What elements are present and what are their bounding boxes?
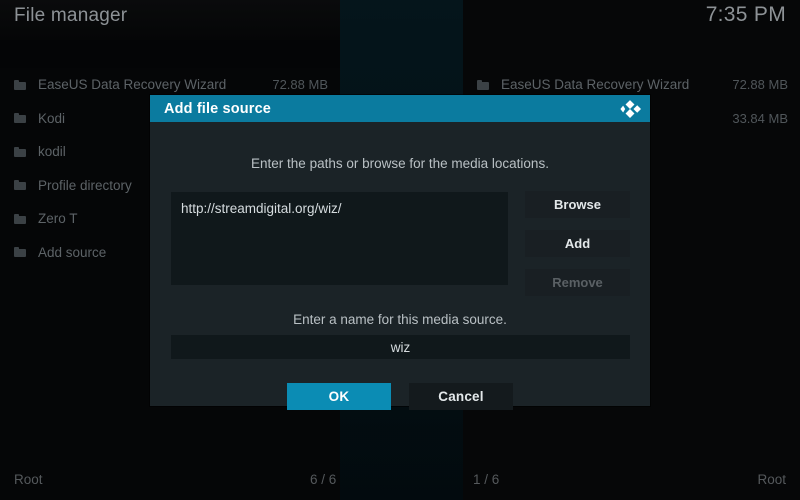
file-size-label: 72.88 MB [272, 77, 328, 93]
ok-button[interactable]: OK [287, 383, 391, 410]
kodi-file-manager-screen: File manager 7:35 PM EaseUS Data Recover… [0, 0, 800, 500]
status-right-count: 1 / 6 [473, 472, 500, 487]
file-name-label: EaseUS Data Recovery Wizard [501, 77, 690, 93]
add-button[interactable]: Add [525, 230, 630, 257]
dialog-title-bar: Add file source [150, 95, 650, 122]
file-size-label: 72.88 MB [732, 77, 788, 93]
file-size-label: 33.84 MB [732, 110, 788, 126]
kodi-logo-icon [619, 98, 641, 120]
remove-button: Remove [525, 269, 630, 296]
path-list[interactable]: http://streamdigital.org/wiz/ [171, 192, 508, 285]
folder-icon [14, 79, 26, 90]
clock: 7:35 PM [705, 3, 786, 26]
status-left-count: 6 / 6 [310, 472, 337, 487]
folder-icon [477, 79, 489, 90]
page-title: File manager [14, 5, 128, 26]
file-name-label: EaseUS Data Recovery Wizard [38, 77, 227, 93]
folder-icon [14, 180, 26, 191]
browse-button[interactable]: Browse [525, 191, 630, 218]
status-bar: Root 6 / 6 1 / 6 Root [0, 464, 800, 500]
dialog-title: Add file source [164, 100, 271, 117]
background-left-strip [0, 40, 340, 68]
folder-icon [14, 113, 26, 124]
dialog-body: Enter the paths or browse for the media … [150, 122, 650, 410]
path-list-item[interactable]: http://streamdigital.org/wiz/ [181, 200, 498, 217]
add-file-source-dialog: Add file source Enter the paths or brows… [150, 95, 650, 410]
folder-icon [14, 146, 26, 157]
folder-icon [14, 247, 26, 258]
source-name-input[interactable]: wiz [171, 335, 630, 359]
source-name-value: wiz [390, 339, 411, 355]
dialog-action-row: OK Cancel [150, 383, 650, 410]
cancel-button[interactable]: Cancel [409, 383, 513, 410]
paths-hint-label: Enter the paths or browse for the media … [251, 156, 549, 171]
name-hint-label: Enter a name for this media source. [293, 312, 507, 327]
path-action-buttons: Browse Add Remove [525, 191, 630, 308]
status-left-path: Root [14, 472, 43, 487]
status-right-path: Root [757, 472, 786, 487]
folder-icon [14, 213, 26, 224]
window-header: File manager 7:35 PM [0, 0, 800, 40]
